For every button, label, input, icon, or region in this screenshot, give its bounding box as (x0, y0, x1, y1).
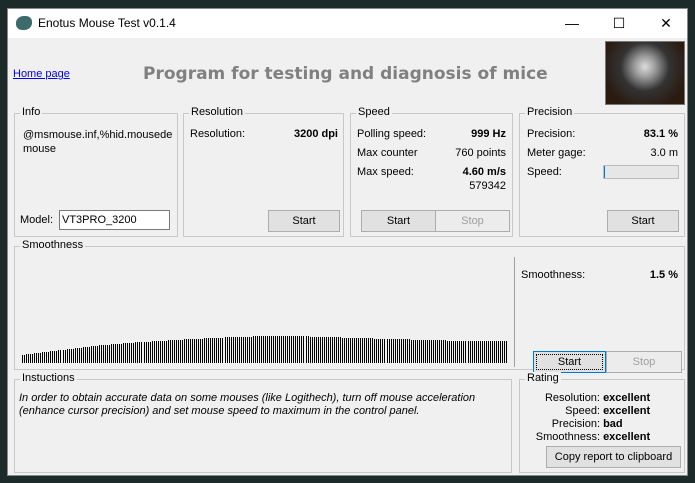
app-window: Enotus Mouse Test v0.1.4 — ☐ ✕ Home page… (7, 8, 688, 476)
smoothness-legend: Smoothness (20, 239, 86, 251)
speed-start-button[interactable]: Start (361, 210, 436, 232)
divider (514, 257, 515, 367)
gage-label: Meter gage: (527, 147, 586, 159)
speed-group: Speed Polling speed: 999 Hz Max counter … (350, 106, 513, 237)
model-input[interactable] (59, 210, 170, 230)
smoothness-value: 1.5 % (649, 269, 678, 281)
model-label: Model: (20, 214, 54, 226)
home-page-link[interactable]: Home page (13, 68, 70, 80)
page-title: Program for testing and diagnosis of mic… (143, 64, 548, 84)
rating-value: excellent (603, 431, 651, 443)
resolution-value: 3200 dpi (293, 128, 338, 140)
precision-start-button[interactable]: Start (607, 210, 679, 232)
resolution-label: Resolution: (190, 128, 246, 140)
app-icon (16, 16, 32, 30)
precision-value: 83.1 % (643, 128, 678, 140)
rating-group: Rating Resolution: excellent Speed: exce… (519, 372, 686, 473)
minimize-button[interactable]: — (549, 9, 595, 38)
resolution-start-button[interactable]: Start (268, 210, 340, 232)
rating-label: Speed: (565, 405, 600, 417)
raccoon-image (605, 41, 685, 105)
rating-label: Precision: (551, 418, 600, 430)
max-speed-raw: 579342 (469, 180, 506, 192)
counter-label: Max counter (357, 147, 418, 159)
close-button[interactable]: ✕ (643, 9, 689, 38)
rating-value: excellent (603, 405, 651, 417)
rating-value: bad (603, 418, 623, 430)
speed-bar-label: Speed: (527, 166, 562, 178)
precision-group: Precision Precision: 83.1 % Meter gage: … (519, 106, 685, 237)
max-speed-value: 4.60 m/s (462, 166, 506, 178)
precision-legend: Precision (525, 106, 575, 118)
polling-label: Polling speed: (357, 128, 427, 140)
speed-progress-fill (604, 166, 606, 178)
smoothness-label: Smoothness: (521, 269, 586, 281)
smoothness-chart (22, 336, 507, 363)
smoothness-stop-button[interactable]: Stop (606, 351, 682, 373)
rating-value: excellent (603, 392, 651, 404)
resolution-legend: Resolution (189, 106, 245, 118)
title-bar: Enotus Mouse Test v0.1.4 — ☐ ✕ (8, 9, 687, 38)
max-speed-label: Max speed: (357, 166, 414, 178)
counter-value: 760 points (455, 147, 506, 159)
device-name: @msmouse.inf,%hid.mousede mouse (23, 129, 173, 155)
rating-row: Precision: bad (520, 418, 686, 431)
window-title: Enotus Mouse Test v0.1.4 (38, 16, 176, 30)
rating-row: Resolution: excellent (520, 392, 686, 405)
gage-value: 3.0 m (650, 147, 678, 159)
rating-list: Resolution: excellent Speed: excellent P… (520, 392, 686, 444)
info-group: Info @msmouse.inf,%hid.mousede mouse Mod… (14, 106, 178, 237)
speed-progress-bar (603, 165, 679, 179)
copy-report-button[interactable]: Copy report to clipboard (546, 446, 681, 468)
instructions-group: Instuctions In order to obtain accurate … (14, 372, 512, 473)
rating-row: Smoothness: excellent (520, 431, 686, 444)
instructions-text: In order to obtain accurate data on some… (19, 392, 476, 417)
speed-stop-button[interactable]: Stop (435, 210, 510, 232)
maximize-button[interactable]: ☐ (596, 9, 642, 38)
rating-label: Resolution: (544, 392, 600, 404)
precision-label: Precision: (527, 128, 576, 140)
speed-legend: Speed (356, 106, 392, 118)
instructions-legend: Instuctions (20, 372, 77, 384)
resolution-group: Resolution Resolution: 3200 dpi Start (183, 106, 344, 237)
rating-legend: Rating (525, 372, 561, 384)
rating-row: Speed: excellent (520, 405, 686, 418)
smoothness-group: Smoothness Smoothness: 1.5 % Start Stop (14, 239, 685, 373)
smoothness-start-button[interactable]: Start (533, 351, 606, 373)
rating-label: Smoothness: (535, 431, 600, 443)
polling-value: 999 Hz (471, 128, 506, 140)
info-legend: Info (20, 106, 43, 118)
